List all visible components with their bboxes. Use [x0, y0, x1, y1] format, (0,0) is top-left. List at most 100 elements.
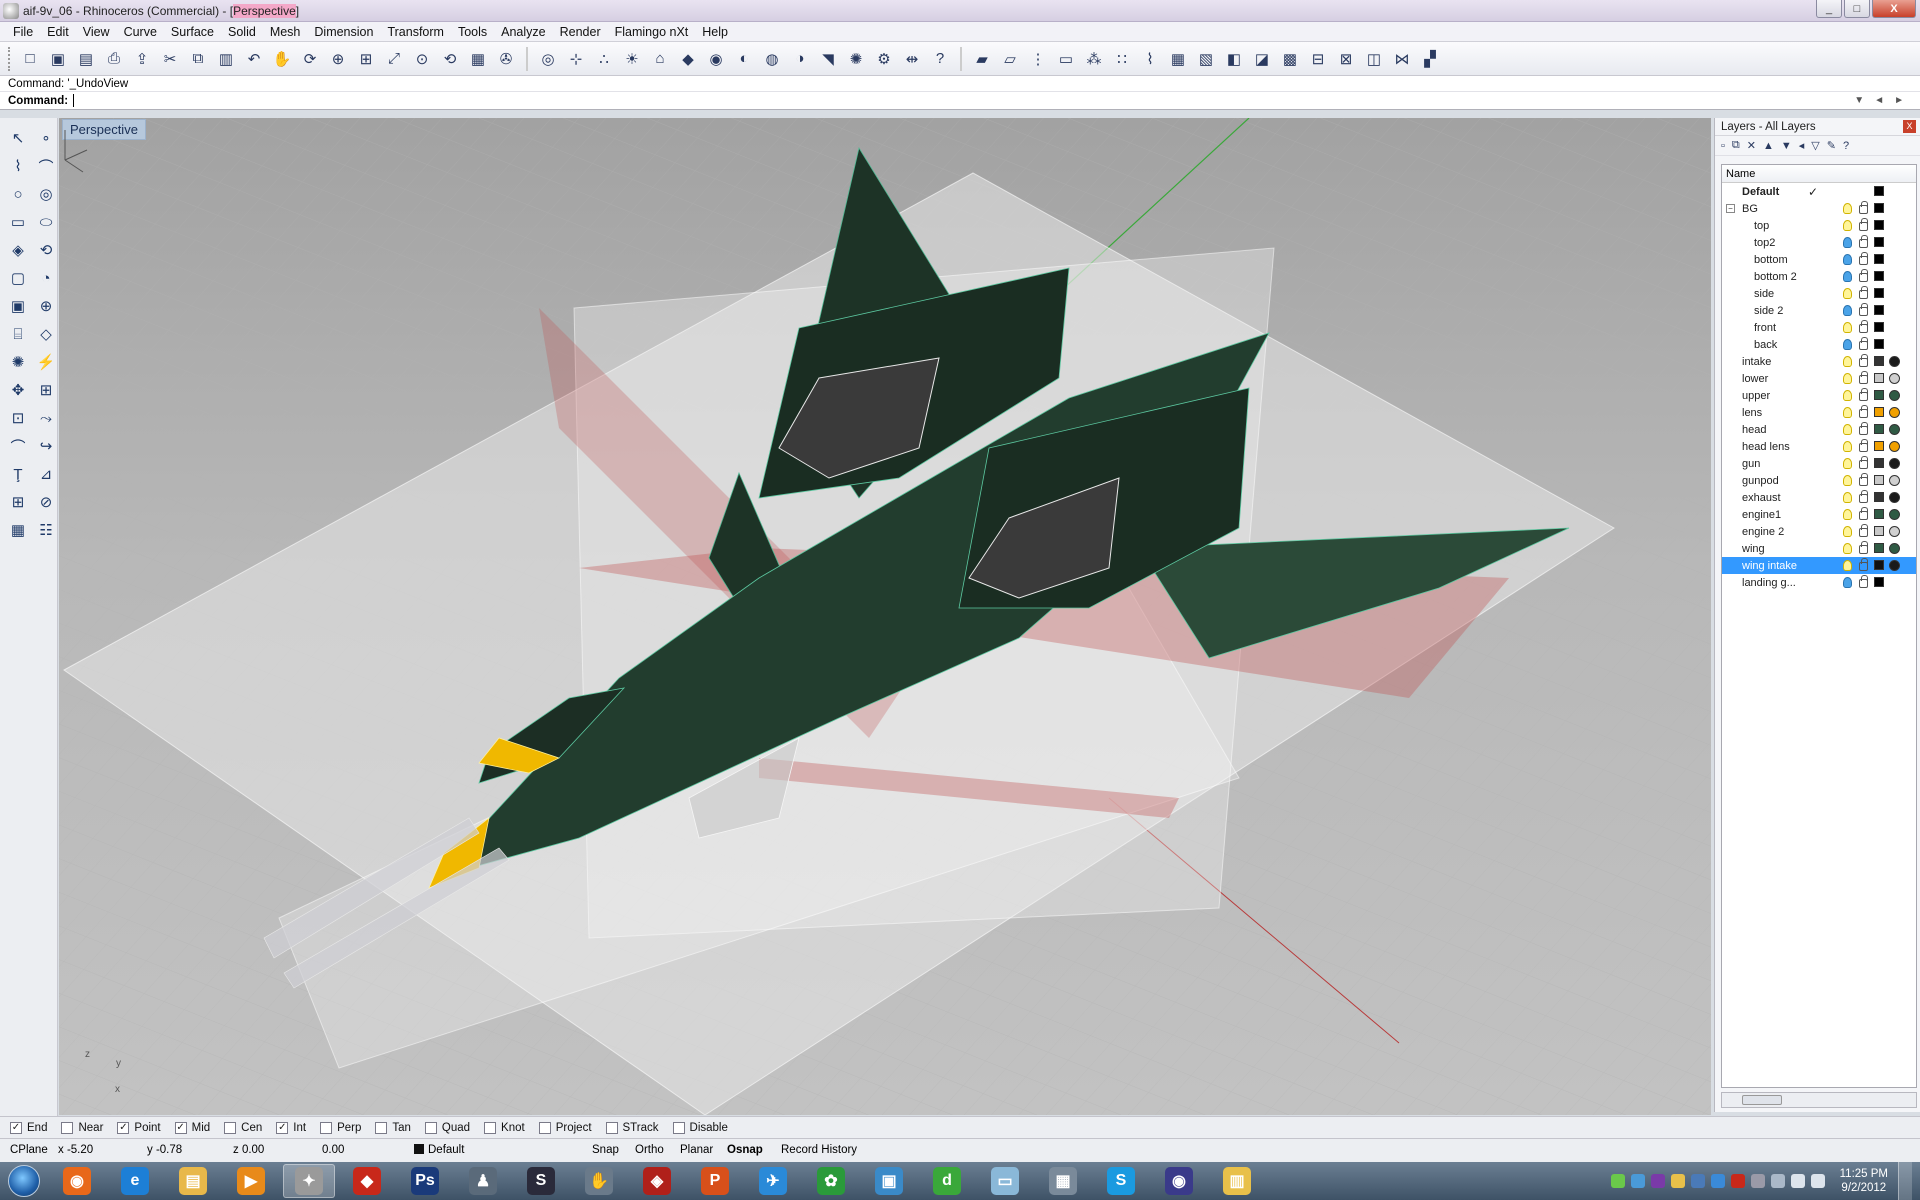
lock-icon[interactable] — [1859, 456, 1868, 469]
layer-row[interactable]: top — [1722, 217, 1916, 234]
show-desktop-button[interactable] — [1898, 1162, 1912, 1200]
layer-color-swatch[interactable] — [1874, 203, 1884, 213]
layer-name[interactable]: side 2 — [1754, 305, 1783, 317]
lock-icon[interactable] — [1859, 405, 1868, 418]
layer-row[interactable]: wing — [1722, 540, 1916, 557]
import-icon[interactable]: ⇪ — [131, 48, 153, 70]
render-window-icon[interactable]: ▞ — [1419, 48, 1441, 70]
taskbar-red-app-button[interactable]: ◈ — [631, 1164, 683, 1198]
taskbar-dreamweaver-button[interactable]: d — [921, 1164, 973, 1198]
tray-onenote-icon[interactable] — [1650, 1174, 1665, 1188]
dimension-tool-icon[interactable]: ⊿ — [32, 460, 60, 488]
window-icon[interactable]: ⋮ — [1027, 48, 1049, 70]
layer-row[interactable]: intake — [1722, 353, 1916, 370]
lock-icon[interactable] — [1859, 473, 1868, 486]
command-line[interactable]: Command: ▼ ◄ ► — [0, 92, 1920, 110]
osnap-checkbox[interactable]: ✓ — [174, 1121, 187, 1134]
lock-icon[interactable] — [1859, 252, 1868, 265]
toolbar-grip[interactable] — [8, 46, 12, 71]
lock-icon[interactable] — [1859, 201, 1868, 214]
polyline-icon[interactable]: ⌇ — [4, 152, 32, 180]
scale-icon[interactable]: ⊞ — [32, 376, 60, 404]
lock-icon[interactable] — [1859, 439, 1868, 452]
osnap-checkbox[interactable] — [320, 1121, 333, 1134]
layer-row[interactable]: landing g... — [1722, 574, 1916, 591]
osnap-point[interactable]: ✓ Point — [117, 1121, 161, 1134]
car-wash-icon[interactable]: ☷ — [32, 516, 60, 544]
layer-color-swatch[interactable] — [1874, 424, 1884, 434]
viewport-layout-icon[interactable]: ▦ — [467, 48, 489, 70]
fillet-icon[interactable]: ⌒ — [4, 432, 32, 460]
layer-color-swatch[interactable] — [1874, 373, 1884, 383]
grip-icon[interactable]: ▱ — [999, 48, 1021, 70]
taskbar-folder-button[interactable]: ▤ — [167, 1164, 219, 1198]
lock-icon[interactable] — [1859, 303, 1868, 316]
tray-flag-icon[interactable] — [1770, 1174, 1785, 1188]
scroll-down-icon[interactable]: ▼ — [1854, 92, 1864, 110]
visibility-bulb-icon[interactable] — [1843, 390, 1852, 401]
help-icon[interactable]: ⇹ — [901, 48, 923, 70]
lock-icon[interactable] — [1859, 371, 1868, 384]
visibility-bulb-icon[interactable] — [1843, 458, 1852, 469]
lock-icon[interactable] — [1859, 524, 1868, 537]
lock-icon[interactable] — [1859, 320, 1868, 333]
menu-help[interactable]: Help — [695, 25, 735, 39]
layer-row[interactable]: − BG — [1722, 200, 1916, 217]
layer-color-swatch[interactable] — [1874, 271, 1884, 281]
taskbar-sketchup-button[interactable]: ◆ — [341, 1164, 393, 1198]
surface-flow-icon[interactable]: ◧ — [1223, 48, 1245, 70]
loft-icon[interactable]: ◔ — [32, 264, 60, 292]
lock-icon[interactable]: ⌂ — [649, 48, 671, 70]
tray-signal-icon[interactable] — [1790, 1174, 1805, 1188]
delete-layer-icon[interactable]: ✕ — [1747, 139, 1756, 152]
layer-row[interactable]: upper — [1722, 387, 1916, 404]
box-edit-icon[interactable]: ▰ — [971, 48, 993, 70]
history-right-icon[interactable]: ► — [1894, 92, 1904, 110]
visibility-bulb-icon[interactable] — [1843, 356, 1852, 367]
lock-icon[interactable] — [1859, 422, 1868, 435]
car-icon[interactable]: ✇ — [495, 48, 517, 70]
tray-network-icon[interactable] — [1630, 1174, 1645, 1188]
cylinder-icon[interactable]: ⌸ — [4, 320, 32, 348]
edit-image-icon[interactable]: ▦ — [1167, 48, 1189, 70]
pan-icon[interactable]: ✋ — [271, 48, 293, 70]
layers-list[interactable]: Name Default ✓ − BG top top2 bottom bottom 2 sid… — [1721, 164, 1917, 1088]
layer-name[interactable]: top — [1754, 220, 1769, 232]
analysis-icon[interactable]: ◫ — [1363, 48, 1385, 70]
lock-icon[interactable] — [1859, 575, 1868, 588]
visibility-bulb-icon[interactable] — [1843, 560, 1852, 571]
group-icon[interactable]: ⊡ — [4, 404, 32, 432]
array-icon[interactable]: ▭ — [1055, 48, 1077, 70]
layer-color-swatch[interactable] — [1874, 237, 1884, 247]
scroll-thumb[interactable] — [1742, 1095, 1782, 1105]
osnap-checkbox[interactable] — [672, 1121, 685, 1134]
osnap-perp[interactable]: Perp — [320, 1121, 361, 1134]
layer-material-icon[interactable] — [1889, 475, 1900, 486]
layer-row[interactable]: bottom — [1722, 251, 1916, 268]
layers-horizontal-scrollbar[interactable] — [1721, 1092, 1917, 1108]
rectangle-icon[interactable]: ▭ — [4, 208, 32, 236]
minimize-button[interactable]: _ — [1816, 0, 1842, 18]
text-icon[interactable]: Ţ — [4, 460, 32, 488]
taskbar-bird-button[interactable]: ✈ — [747, 1164, 799, 1198]
visibility-bulb-icon[interactable] — [1843, 373, 1852, 384]
osnap-tan[interactable]: Tan — [375, 1121, 411, 1134]
menu-surface[interactable]: Surface — [164, 25, 221, 39]
flamingo-icon[interactable]: ◥ — [817, 48, 839, 70]
visibility-bulb-icon[interactable] — [1843, 577, 1852, 588]
osnap-disable[interactable]: Disable — [672, 1121, 728, 1134]
layers-close-icon[interactable]: X — [1903, 120, 1916, 133]
layer-color-swatch[interactable] — [1874, 254, 1884, 264]
taskbar-eye-button[interactable]: ◉ — [1153, 1164, 1205, 1198]
points-icon[interactable]: ∴ — [593, 48, 615, 70]
taskbar-media-player-button[interactable]: ▶ — [225, 1164, 277, 1198]
visibility-bulb-icon[interactable] — [1843, 203, 1852, 214]
surface-icon[interactable]: ◈ — [4, 236, 32, 264]
arc-icon[interactable]: ◎ — [32, 180, 60, 208]
taskbar-ie-button[interactable]: e — [109, 1164, 161, 1198]
layer-name[interactable]: engine1 — [1742, 509, 1781, 521]
osnap-checkbox[interactable] — [61, 1121, 74, 1134]
layer-color-swatch[interactable] — [1874, 475, 1884, 485]
lock-icon[interactable] — [1859, 507, 1868, 520]
lock-icon[interactable] — [1859, 558, 1868, 571]
